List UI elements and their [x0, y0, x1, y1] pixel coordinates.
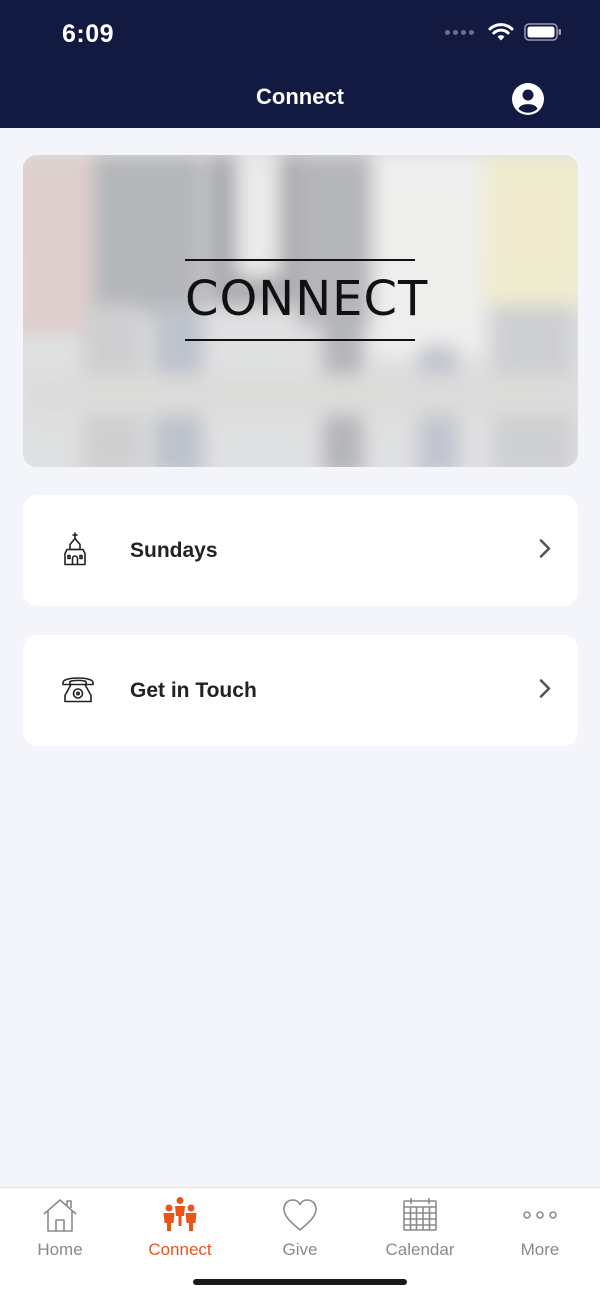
calendar-icon [402, 1194, 438, 1232]
people-icon [162, 1194, 198, 1232]
status-icons [445, 22, 562, 42]
tab-connect-label: Connect [148, 1240, 212, 1259]
sundays-label: Sundays [130, 538, 218, 562]
get-in-touch-label: Get in Touch [130, 678, 257, 702]
banner-title: CONNECT [185, 271, 429, 327]
heart-icon [282, 1194, 318, 1232]
more-icon [522, 1194, 558, 1232]
tab-connect[interactable]: Connect [120, 1194, 240, 1264]
tab-more-label: More [520, 1240, 560, 1259]
tab-calendar-label: Calendar [385, 1240, 455, 1259]
home-icon [42, 1194, 78, 1232]
tab-home-label: Home [37, 1240, 83, 1259]
tab-home[interactable]: Home [0, 1194, 120, 1264]
page-title: Connect [256, 84, 344, 109]
wifi-icon [488, 23, 514, 41]
tab-give-label: Give [282, 1240, 318, 1259]
battery-icon [524, 23, 561, 41]
telephone-icon [61, 673, 95, 708]
profile-button[interactable] [511, 82, 545, 116]
cellular-signal-icon [445, 29, 474, 35]
banner-bottom-rule [185, 339, 415, 341]
sundays-list-item[interactable]: Sundays [23, 495, 578, 606]
chevron-right-icon [538, 537, 552, 564]
home-indicator [193, 1279, 407, 1285]
chevron-right-icon [538, 677, 552, 704]
tab-more[interactable]: More [480, 1194, 600, 1264]
tab-calendar[interactable]: Calendar [360, 1194, 480, 1264]
tab-give[interactable]: Give [240, 1194, 360, 1264]
connect-banner[interactable]: CONNECT [23, 155, 578, 467]
app-header: 6:09 Connect [0, 0, 600, 128]
user-profile-icon [512, 83, 544, 115]
banner-title-block: CONNECT [185, 259, 429, 341]
get-in-touch-list-item[interactable]: Get in Touch [23, 635, 578, 746]
status-time: 6:09 [62, 20, 115, 48]
church-icon [63, 531, 87, 570]
